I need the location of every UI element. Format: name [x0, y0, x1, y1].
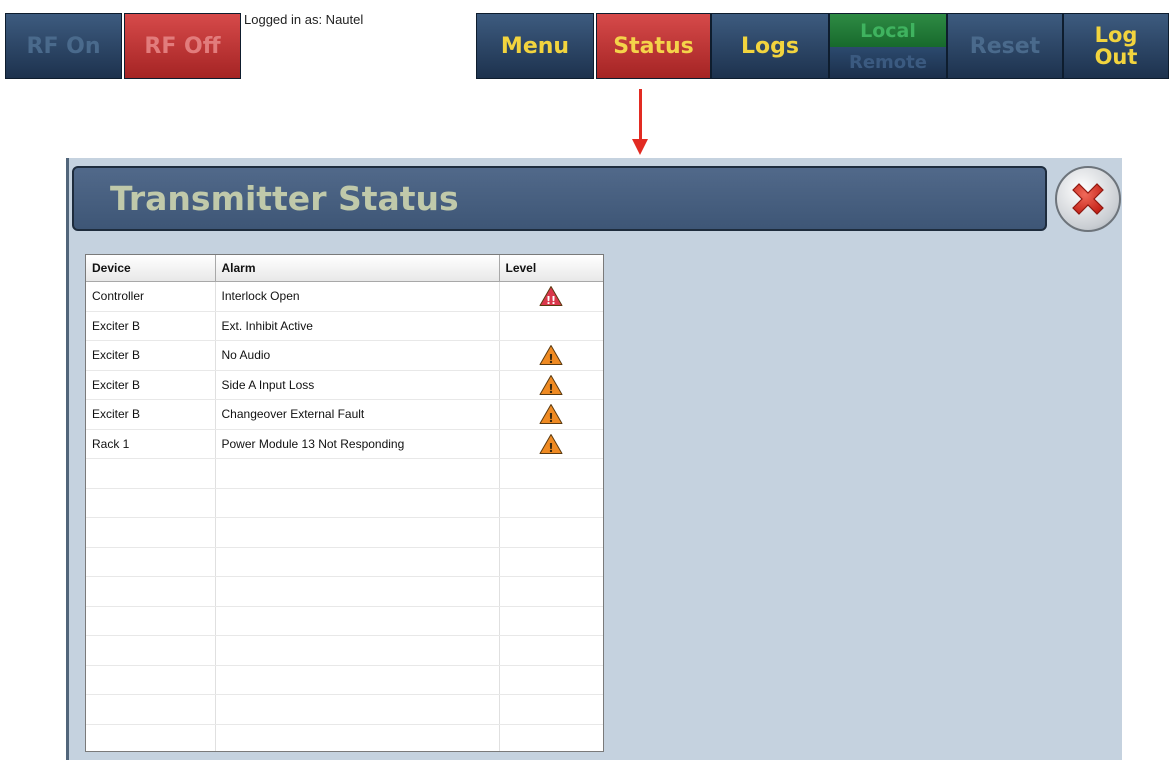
cell-empty	[499, 458, 603, 489]
cell-level: !	[499, 399, 604, 430]
cell-level	[499, 311, 603, 341]
cell-empty	[499, 665, 603, 695]
table-row[interactable]	[86, 724, 603, 751]
cell-empty	[86, 665, 216, 695]
cell-device: Rack 1	[86, 429, 216, 459]
logs-button[interactable]: Logs	[711, 13, 829, 79]
reset-button[interactable]: Reset	[947, 13, 1063, 79]
cell-level: !!	[499, 281, 604, 312]
rf-off-button[interactable]: RF Off	[124, 13, 241, 79]
cell-empty	[499, 576, 603, 607]
table-row[interactable]	[86, 517, 603, 548]
cell-device: Exciter B	[86, 370, 216, 400]
cell-device: Exciter B	[86, 340, 216, 371]
alarm-table: Device Alarm Level Controller Interlock O…	[85, 254, 604, 752]
callout-arrow-head	[632, 139, 648, 155]
warning-alarm-icon: !	[500, 374, 604, 396]
cell-empty	[215, 576, 500, 607]
cell-empty	[86, 576, 216, 607]
table-row[interactable]: Rack 1 Power Module 13 Not Responding!	[86, 429, 603, 459]
panel-title-bar: Transmitter Status	[72, 166, 1047, 231]
cell-alarm: Power Module 13 Not Responding	[215, 429, 500, 459]
cell-empty	[499, 488, 603, 518]
cell-empty	[215, 606, 500, 636]
svg-text:!: !	[549, 352, 554, 366]
close-button[interactable]	[1055, 166, 1121, 232]
cell-empty	[86, 635, 216, 666]
login-status: Logged in as: Nautel	[243, 13, 476, 79]
logout-button[interactable]: Log Out	[1063, 13, 1169, 79]
column-header-level[interactable]: Level	[499, 255, 603, 282]
cell-empty	[499, 724, 603, 751]
callout-arrow-shaft	[639, 89, 642, 141]
cell-alarm: Changeover External Fault	[215, 399, 500, 430]
column-header-device[interactable]: Device	[86, 255, 216, 282]
cell-empty	[215, 458, 500, 489]
table-row[interactable]	[86, 606, 603, 636]
warning-alarm-icon: !	[500, 403, 604, 425]
cell-alarm: Interlock Open	[215, 281, 500, 312]
table-row[interactable]	[86, 547, 603, 577]
cell-empty	[499, 635, 603, 666]
cell-empty	[86, 458, 216, 489]
page-title: Transmitter Status	[110, 179, 459, 218]
cell-empty	[215, 517, 500, 548]
cell-empty	[215, 488, 500, 518]
cell-empty	[86, 606, 216, 636]
table-header-row: Device Alarm Level	[86, 255, 603, 282]
table-row[interactable]: Controller Interlock Open!!	[86, 281, 604, 312]
cell-empty	[215, 694, 500, 725]
svg-text:!: !	[549, 441, 554, 455]
login-status-text: Logged in as: Nautel	[244, 12, 364, 27]
status-button[interactable]: Status	[596, 13, 711, 79]
cell-empty	[215, 547, 500, 577]
cell-device: Exciter B	[86, 311, 216, 341]
cell-empty	[499, 606, 603, 636]
table-row[interactable]: Exciter B Ext. Inhibit Active	[86, 311, 603, 341]
cell-level: !	[499, 340, 604, 371]
cell-device: Exciter B	[86, 399, 216, 430]
cell-empty	[86, 517, 216, 548]
cell-device: Controller	[86, 281, 216, 312]
rf-on-button[interactable]: RF On	[5, 13, 122, 79]
table-row[interactable]: Exciter B Side A Input Loss!	[86, 370, 603, 400]
close-icon	[1072, 183, 1104, 215]
local-remote-toggle[interactable]: Local Remote	[829, 13, 947, 79]
table-row[interactable]	[86, 694, 603, 725]
cell-empty	[86, 694, 216, 725]
cell-alarm: Ext. Inhibit Active	[215, 311, 500, 341]
critical-alarm-icon: !!	[500, 285, 604, 307]
table-row[interactable]	[86, 665, 603, 695]
cell-alarm: No Audio	[215, 340, 500, 371]
table-row[interactable]	[86, 458, 603, 489]
cell-empty	[499, 547, 603, 577]
table-row[interactable]: Exciter B Changeover External Fault!	[86, 399, 604, 430]
table-row[interactable]: Exciter B No Audio!	[86, 340, 604, 371]
svg-text:!: !	[549, 411, 554, 425]
warning-alarm-icon: !	[500, 433, 604, 455]
svg-text:!: !	[549, 382, 554, 396]
column-header-alarm[interactable]: Alarm	[215, 255, 500, 282]
cell-empty	[215, 665, 500, 695]
cell-level: !	[499, 370, 603, 400]
remote-button[interactable]: Remote	[830, 47, 946, 78]
svg-text:!!: !!	[546, 294, 556, 307]
cell-empty	[86, 724, 216, 751]
cell-empty	[499, 694, 603, 725]
table-row[interactable]	[86, 488, 603, 518]
logout-label-line2: Out	[1094, 45, 1138, 69]
menu-button[interactable]: Menu	[476, 13, 594, 79]
warning-alarm-icon: !	[500, 344, 604, 366]
cell-empty	[86, 547, 216, 577]
logout-label-line1: Log	[1094, 23, 1138, 47]
cell-alarm: Side A Input Loss	[215, 370, 500, 400]
local-button[interactable]: Local	[830, 14, 946, 47]
table-row[interactable]	[86, 635, 603, 666]
cell-empty	[86, 488, 216, 518]
cell-empty	[499, 517, 603, 548]
table-row[interactable]	[86, 576, 603, 607]
cell-empty	[215, 724, 500, 751]
cell-empty	[215, 635, 500, 666]
cell-level: !	[499, 429, 603, 459]
